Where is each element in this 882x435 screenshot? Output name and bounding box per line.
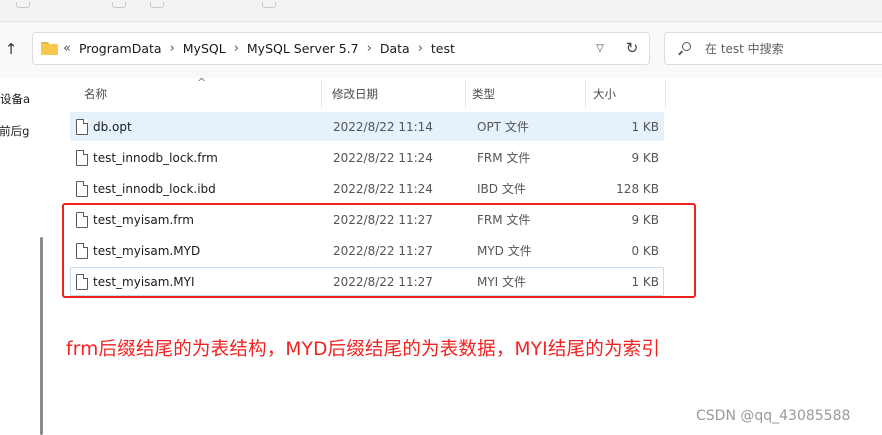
file-type: FRM 文件 [477,151,531,165]
annotation-caption: frm后缀结尾的为表结构，MYD后缀结尾的为表数据，MYI结尾的为索引 [66,339,661,360]
breadcrumb: « ProgramData › MySQL › MySQL Server 5.7… [63,41,455,56]
refresh-icon[interactable]: ↻ [623,39,641,57]
file-date: 2022/8/22 11:24 [333,181,433,196]
file-row[interactable]: test_innodb_lock.frm 2022/8/22 11:24 FRM… [70,143,664,172]
column-header-date[interactable]: 修改日期 [322,80,466,108]
sidebar-item[interactable]: -前后g [0,123,29,139]
chevron-right-icon[interactable]: › [170,41,175,56]
address-bar[interactable]: « ProgramData › MySQL › MySQL Server 5.7… [32,32,650,65]
file-size: 128 KB [616,181,659,196]
breadcrumb-item-test[interactable]: test [431,41,455,56]
address-history-dropdown-icon[interactable]: ▽ [593,41,607,55]
overflow-chevron-icon[interactable]: « [63,41,71,56]
search-placeholder: 在 test 中搜索 [705,42,784,56]
file-icon [76,119,88,135]
column-header-size[interactable]: 大小 [586,80,666,108]
column-header-name-label: 名称 [84,87,107,101]
column-header-name[interactable]: 名称 ^ [70,76,322,108]
search-box[interactable]: 在 test 中搜索 [664,32,882,65]
chevron-right-icon[interactable]: › [367,41,372,56]
column-header-type-label: 类型 [472,87,495,101]
file-date: 2022/8/22 11:14 [333,119,433,134]
file-name: test_innodb_lock.ibd [93,181,216,196]
breadcrumb-item-data[interactable]: Data [380,41,410,56]
file-icon [76,150,88,166]
sidebar-item[interactable]: 设备a [0,91,30,107]
toolbar-icon[interactable] [112,2,126,8]
toolbar-icon[interactable] [16,2,30,8]
file-name: db.opt [93,119,132,134]
breadcrumb-item-mysql-server[interactable]: MySQL Server 5.7 [247,41,359,56]
up-arrow-icon[interactable]: ↑ [2,39,20,59]
toolbar-icon[interactable] [150,2,164,8]
navigation-pane-scrollbar[interactable] [40,237,43,435]
navigation-pane: 设备a -前后g [0,78,36,435]
column-header-date-label: 修改日期 [332,87,378,101]
breadcrumb-item-mysql[interactable]: MySQL [183,41,226,56]
chevron-right-icon[interactable]: › [234,41,239,56]
search-icon [677,41,691,56]
file-size: 9 KB [631,150,659,165]
file-size: 1 KB [631,119,659,134]
breadcrumb-item-programdata[interactable]: ProgramData [79,41,162,56]
column-header-size-label: 大小 [593,87,616,101]
column-header-type[interactable]: 类型 [466,80,586,108]
file-name: test_innodb_lock.frm [93,150,218,165]
column-header-row: 名称 ^ 修改日期 类型 大小 [70,76,670,108]
file-row[interactable]: db.opt 2022/8/22 11:14 OPT 文件 1 KB [70,112,664,141]
highlight-box [62,203,696,298]
sort-ascending-icon: ^ [197,76,207,89]
file-date: 2022/8/22 11:24 [333,150,433,165]
watermark: CSDN @qq_43085588 [696,408,851,424]
folder-icon [41,42,58,55]
chevron-right-icon[interactable]: › [418,41,423,56]
navigation-bar: ↑ « ProgramData › MySQL › MySQL Server 5… [0,22,882,78]
title-bar-strip [0,0,882,22]
file-row[interactable]: test_innodb_lock.ibd 2022/8/22 11:24 IBD… [70,174,664,203]
file-icon [76,181,88,197]
toolbar-icon[interactable] [262,2,276,8]
file-type: IBD 文件 [477,182,526,196]
file-type: OPT 文件 [477,120,529,134]
